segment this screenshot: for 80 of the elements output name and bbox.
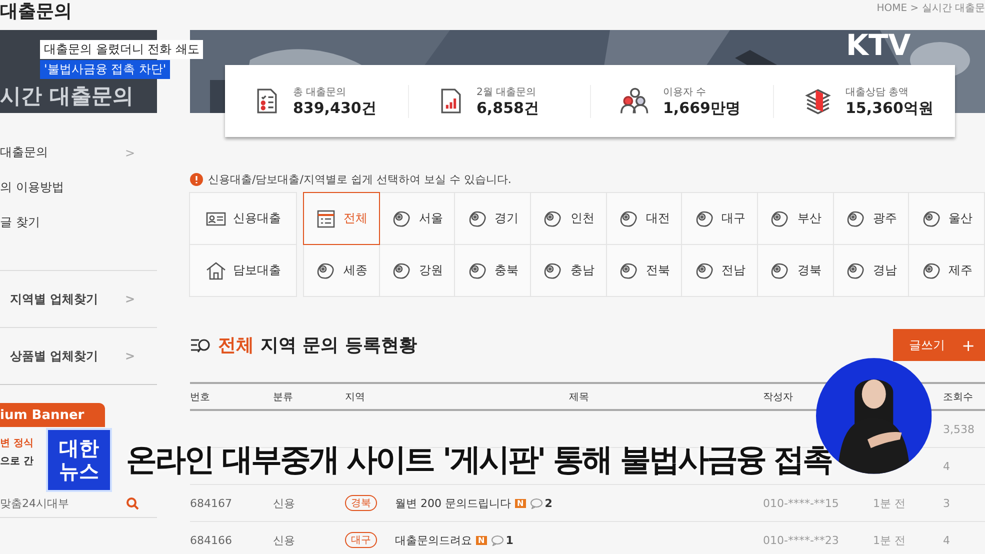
- news-caption: 대출문의 올렸더니 전화 쇄도: [40, 40, 204, 59]
- table-cell-text: 684166: [190, 534, 233, 546]
- region-filter[interactable]: 경남: [832, 244, 910, 297]
- stat-label: 총 대출문의: [293, 86, 348, 98]
- page-title: 대출문의: [0, 0, 72, 24]
- stat-label: 2월 대출문의: [476, 86, 538, 98]
- region-filter[interactable]: 전북: [606, 244, 682, 297]
- premium-banner-text: 으로 간: [0, 455, 34, 469]
- region-filter[interactable]: 전체: [303, 192, 380, 245]
- post-title-link[interactable]: 대출문의드려요: [395, 532, 472, 548]
- sidebar-item[interactable]: 의 이용방법: [0, 170, 157, 205]
- comment-icon: [530, 498, 543, 508]
- column-header: 조회수: [943, 390, 974, 404]
- column-header: 제목: [569, 390, 589, 404]
- region-filter[interactable]: 광주: [832, 192, 910, 245]
- comment-count: 2: [544, 496, 552, 510]
- table-cell-text: 신용: [273, 532, 296, 548]
- loan-type-filter[interactable]: 신용대출: [189, 192, 297, 245]
- region-filter[interactable]: 전남: [681, 244, 758, 297]
- table-cell-text: 684167: [190, 496, 233, 510]
- region-filter[interactable]: 서울: [378, 192, 456, 245]
- section-heading: 전체 지역 문의 등록현황: [218, 334, 417, 357]
- table-cell-text: 3: [943, 496, 951, 510]
- table-cell-text: 3,538: [943, 422, 976, 436]
- sidebar-item[interactable]: 대출문의 >: [0, 135, 157, 170]
- search-icon[interactable]: [126, 496, 139, 510]
- region-filter[interactable]: 대전: [606, 192, 682, 245]
- region-filter[interactable]: 경북: [756, 244, 834, 297]
- column-header: 번호: [190, 390, 211, 404]
- stat-value: 15,360억원: [846, 98, 934, 118]
- sidebar-item[interactable]: 글 찾기: [0, 205, 157, 240]
- news-headline: 온라인 대부중개 사이트 '게시판' 통해 불법사금융 접촉: [126, 441, 832, 480]
- region-filter[interactable]: 부산: [756, 192, 834, 245]
- table-cell-text: 4: [943, 460, 951, 472]
- notice-text: 신용대출/담보대출/지역별로 쉽게 선택하여 보실 수 있습니다.: [208, 172, 512, 186]
- house-icon: [205, 260, 227, 282]
- breadcrumb: HOME > 실시간 대출문: [876, 2, 985, 15]
- column-header: 작성자: [763, 390, 794, 404]
- comment-count: 1: [506, 534, 514, 546]
- region-tag: 경북: [345, 495, 377, 511]
- column-header: 지역: [345, 390, 366, 404]
- news-logo: 대한 뉴스: [46, 428, 112, 492]
- region-filter[interactable]: 충북: [454, 244, 531, 297]
- table-cell-text: 1분 전: [873, 496, 906, 510]
- sidebar-link[interactable]: 지역별 업체찾기 >: [0, 270, 157, 327]
- stat-label: 대출상담 총액: [846, 86, 910, 98]
- news-caption: '불법사금융 접촉 차단': [40, 60, 170, 79]
- stat-value: 6,858건: [476, 98, 539, 118]
- table-cell-text: 010-****-**23: [763, 534, 840, 546]
- banner-title: 시간 대출문의: [0, 83, 134, 110]
- region-filter[interactable]: 세종: [303, 244, 380, 297]
- write-button[interactable]: 글쓰기 +: [893, 329, 985, 361]
- region-filter[interactable]: 울산: [908, 192, 985, 245]
- region-filter[interactable]: 인천: [530, 192, 607, 245]
- stat-value: 839,430건: [293, 98, 376, 118]
- stat-label: 이용자 수: [663, 86, 708, 98]
- people-icon: [619, 86, 651, 116]
- table-cell-text: 4: [943, 534, 951, 546]
- channel-logo: KTV: [846, 28, 911, 62]
- stat-value: 1,669만명: [663, 98, 740, 118]
- comment-icon: [490, 534, 504, 546]
- region-filter[interactable]: 강원: [378, 244, 456, 297]
- list-icon: [315, 208, 338, 230]
- search-list-icon: [190, 337, 212, 353]
- new-badge: N: [515, 498, 526, 508]
- region-filter[interactable]: 제주: [908, 244, 985, 297]
- table-cell-text: 1분 전: [873, 532, 906, 548]
- region-filter[interactable]: 충남: [530, 244, 607, 297]
- alert-icon: [190, 172, 203, 186]
- loan-type-filter[interactable]: 담보대출: [189, 244, 297, 297]
- region-filter[interactable]: 대구: [681, 192, 758, 245]
- new-badge: N: [476, 536, 487, 544]
- table-cell-text: 010-****-**15: [763, 496, 840, 510]
- post-title-link[interactable]: 월변 200 문의드립니다: [395, 496, 511, 510]
- column-header: 분류: [273, 390, 294, 404]
- sidebar-link[interactable]: 상품별 업체찾기 >: [0, 327, 157, 384]
- region-filter[interactable]: 경기: [454, 192, 531, 245]
- premium-banner-text: 변 정식: [0, 437, 34, 451]
- table-cell-text: 신용: [273, 496, 296, 510]
- region-tag: 대구: [345, 532, 377, 548]
